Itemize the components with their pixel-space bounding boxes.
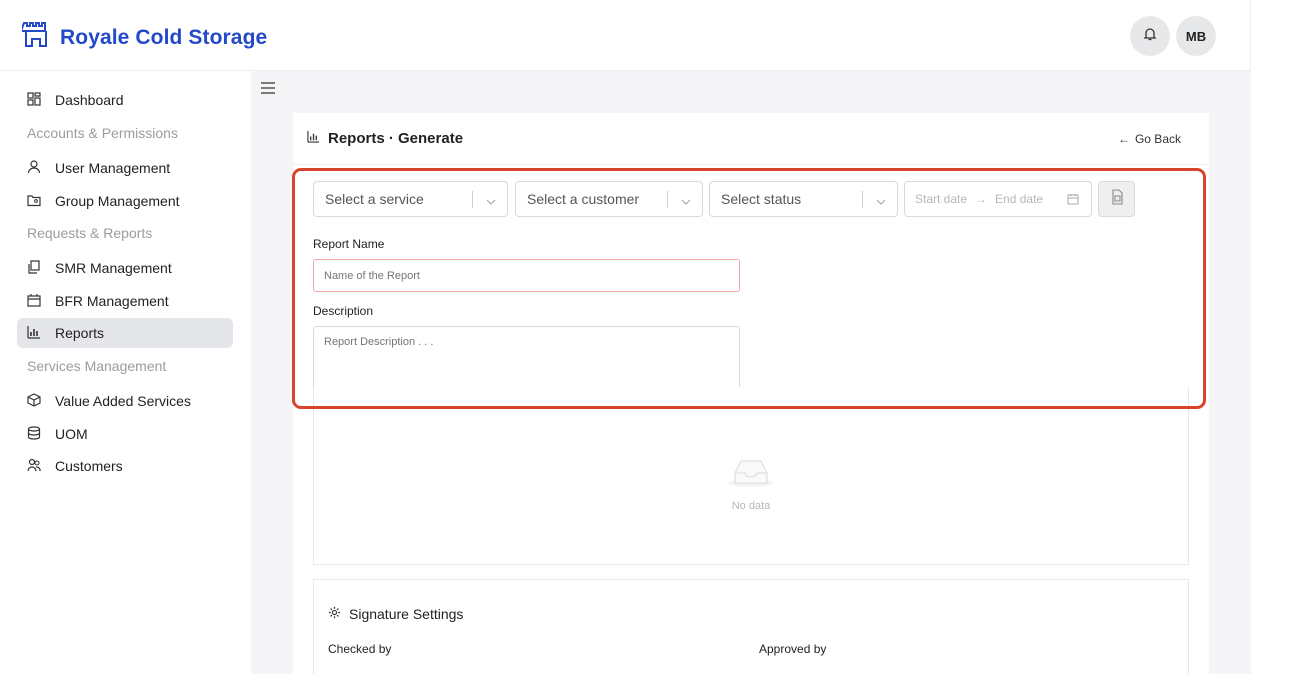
sidebar-item-value-added-services[interactable]: Value Added Services [17, 386, 233, 416]
castle-logo-icon [19, 22, 50, 53]
signature-settings-panel: Signature Settings Checked by Approved b… [313, 579, 1189, 674]
results-table: No data [313, 387, 1189, 565]
inbox-empty-icon [727, 453, 775, 494]
sidebar-item-reports[interactable]: Reports [17, 318, 233, 348]
menu-group-accounts: Accounts & Permissions [27, 125, 178, 141]
sidebar-item-customers[interactable]: Customers [17, 451, 233, 481]
description-label: Description [313, 304, 374, 318]
chevron-down-icon [876, 194, 886, 210]
sidebar-item-bfr-management[interactable]: BFR Management [17, 286, 233, 316]
sidebar-item-label: Dashboard [55, 92, 124, 108]
sidebar-item-label: BFR Management [55, 293, 169, 309]
go-back-label: Go Back [1134, 132, 1181, 146]
approved-by-label: Approved by [759, 642, 827, 656]
checked-by-label: Checked by [328, 642, 392, 656]
copy-icon [27, 259, 41, 277]
sidebar-item-smr-management[interactable]: SMR Management [17, 253, 233, 283]
sidebar-item-label: UOM [55, 426, 88, 442]
arrow-left-icon: ← [1117, 132, 1130, 146]
status-select-placeholder: Select status [721, 191, 802, 207]
chevron-down-icon [486, 194, 496, 210]
sidebar-item-uom[interactable]: UOM [17, 419, 233, 449]
menu-toggle-button[interactable] [260, 81, 276, 100]
top-header: Royale Cold Storage MB [0, 0, 1251, 71]
export-button[interactable] [1098, 181, 1135, 217]
cube-icon [27, 392, 41, 410]
card-header: Reports · Generate ← Go Back [293, 113, 1209, 165]
main-content: Reports · Generate ← Go Back Select a se… [251, 71, 1251, 674]
customer-select[interactable]: Select a customer [515, 181, 703, 217]
divider [667, 191, 668, 208]
report-name-label: Report Name [313, 237, 385, 251]
bar-chart-icon [307, 130, 320, 147]
divider [472, 191, 473, 208]
signature-settings-label: Signature Settings [349, 606, 464, 622]
sidebar-item-group-management[interactable]: Group Management [17, 186, 233, 216]
sidebar-item-label: Group Management [55, 193, 180, 209]
arrow-right-icon: → [975, 192, 988, 206]
user-icon [27, 159, 41, 177]
hamburger-icon [260, 82, 276, 99]
go-back-link[interactable]: ← Go Back [1118, 132, 1181, 146]
file-export-icon [1110, 188, 1124, 210]
brand-logo[interactable]: Royale Cold Storage [19, 22, 268, 53]
box-icon [27, 293, 41, 310]
sidebar-item-user-management[interactable]: User Management [17, 153, 233, 183]
bar-chart-icon [27, 325, 41, 342]
sidebar-item-label: Value Added Services [55, 393, 191, 409]
calendar-icon [1067, 193, 1079, 208]
sidebar-item-label: Customers [55, 458, 123, 474]
chevron-down-icon [681, 194, 691, 210]
sidebar-item-label: User Management [55, 160, 171, 176]
status-select[interactable]: Select status [709, 181, 898, 217]
menu-group-requests: Requests & Reports [27, 225, 153, 241]
signature-settings-title: Signature Settings [328, 606, 463, 622]
end-date-input[interactable]: End date [995, 192, 1043, 206]
page-title: Reports · Generate [307, 130, 463, 147]
report-name-input[interactable] [313, 259, 740, 292]
folder-group-icon [27, 193, 41, 210]
start-date-input[interactable]: Start date [915, 192, 967, 206]
sidebar-item-label: SMR Management [55, 260, 172, 276]
database-icon [27, 425, 41, 443]
bell-icon [1142, 26, 1158, 47]
page-title-text: Reports · Generate [328, 130, 464, 147]
notifications-button[interactable] [1130, 16, 1170, 56]
empty-text: No data [731, 500, 771, 512]
customer-select-placeholder: Select a customer [527, 191, 640, 207]
sidebar: Dashboard Accounts & Permissions User Ma… [0, 71, 251, 674]
service-select[interactable]: Select a service [313, 181, 508, 217]
sidebar-item-label: Reports [55, 325, 105, 341]
empty-state: No data [314, 453, 1188, 512]
sidebar-item-dashboard[interactable]: Dashboard [17, 85, 233, 115]
team-icon [27, 458, 41, 475]
menu-group-services: Services Management [27, 358, 167, 374]
avatar[interactable]: MB [1176, 16, 1216, 56]
date-range-picker[interactable]: Start date → End date [904, 181, 1092, 217]
service-select-placeholder: Select a service [325, 191, 424, 207]
report-card: Reports · Generate ← Go Back Select a se… [293, 113, 1209, 674]
brand-name: Royale Cold Storage [60, 25, 268, 49]
divider [862, 191, 863, 208]
dashboard-icon [27, 91, 41, 109]
gear-icon [328, 606, 341, 622]
